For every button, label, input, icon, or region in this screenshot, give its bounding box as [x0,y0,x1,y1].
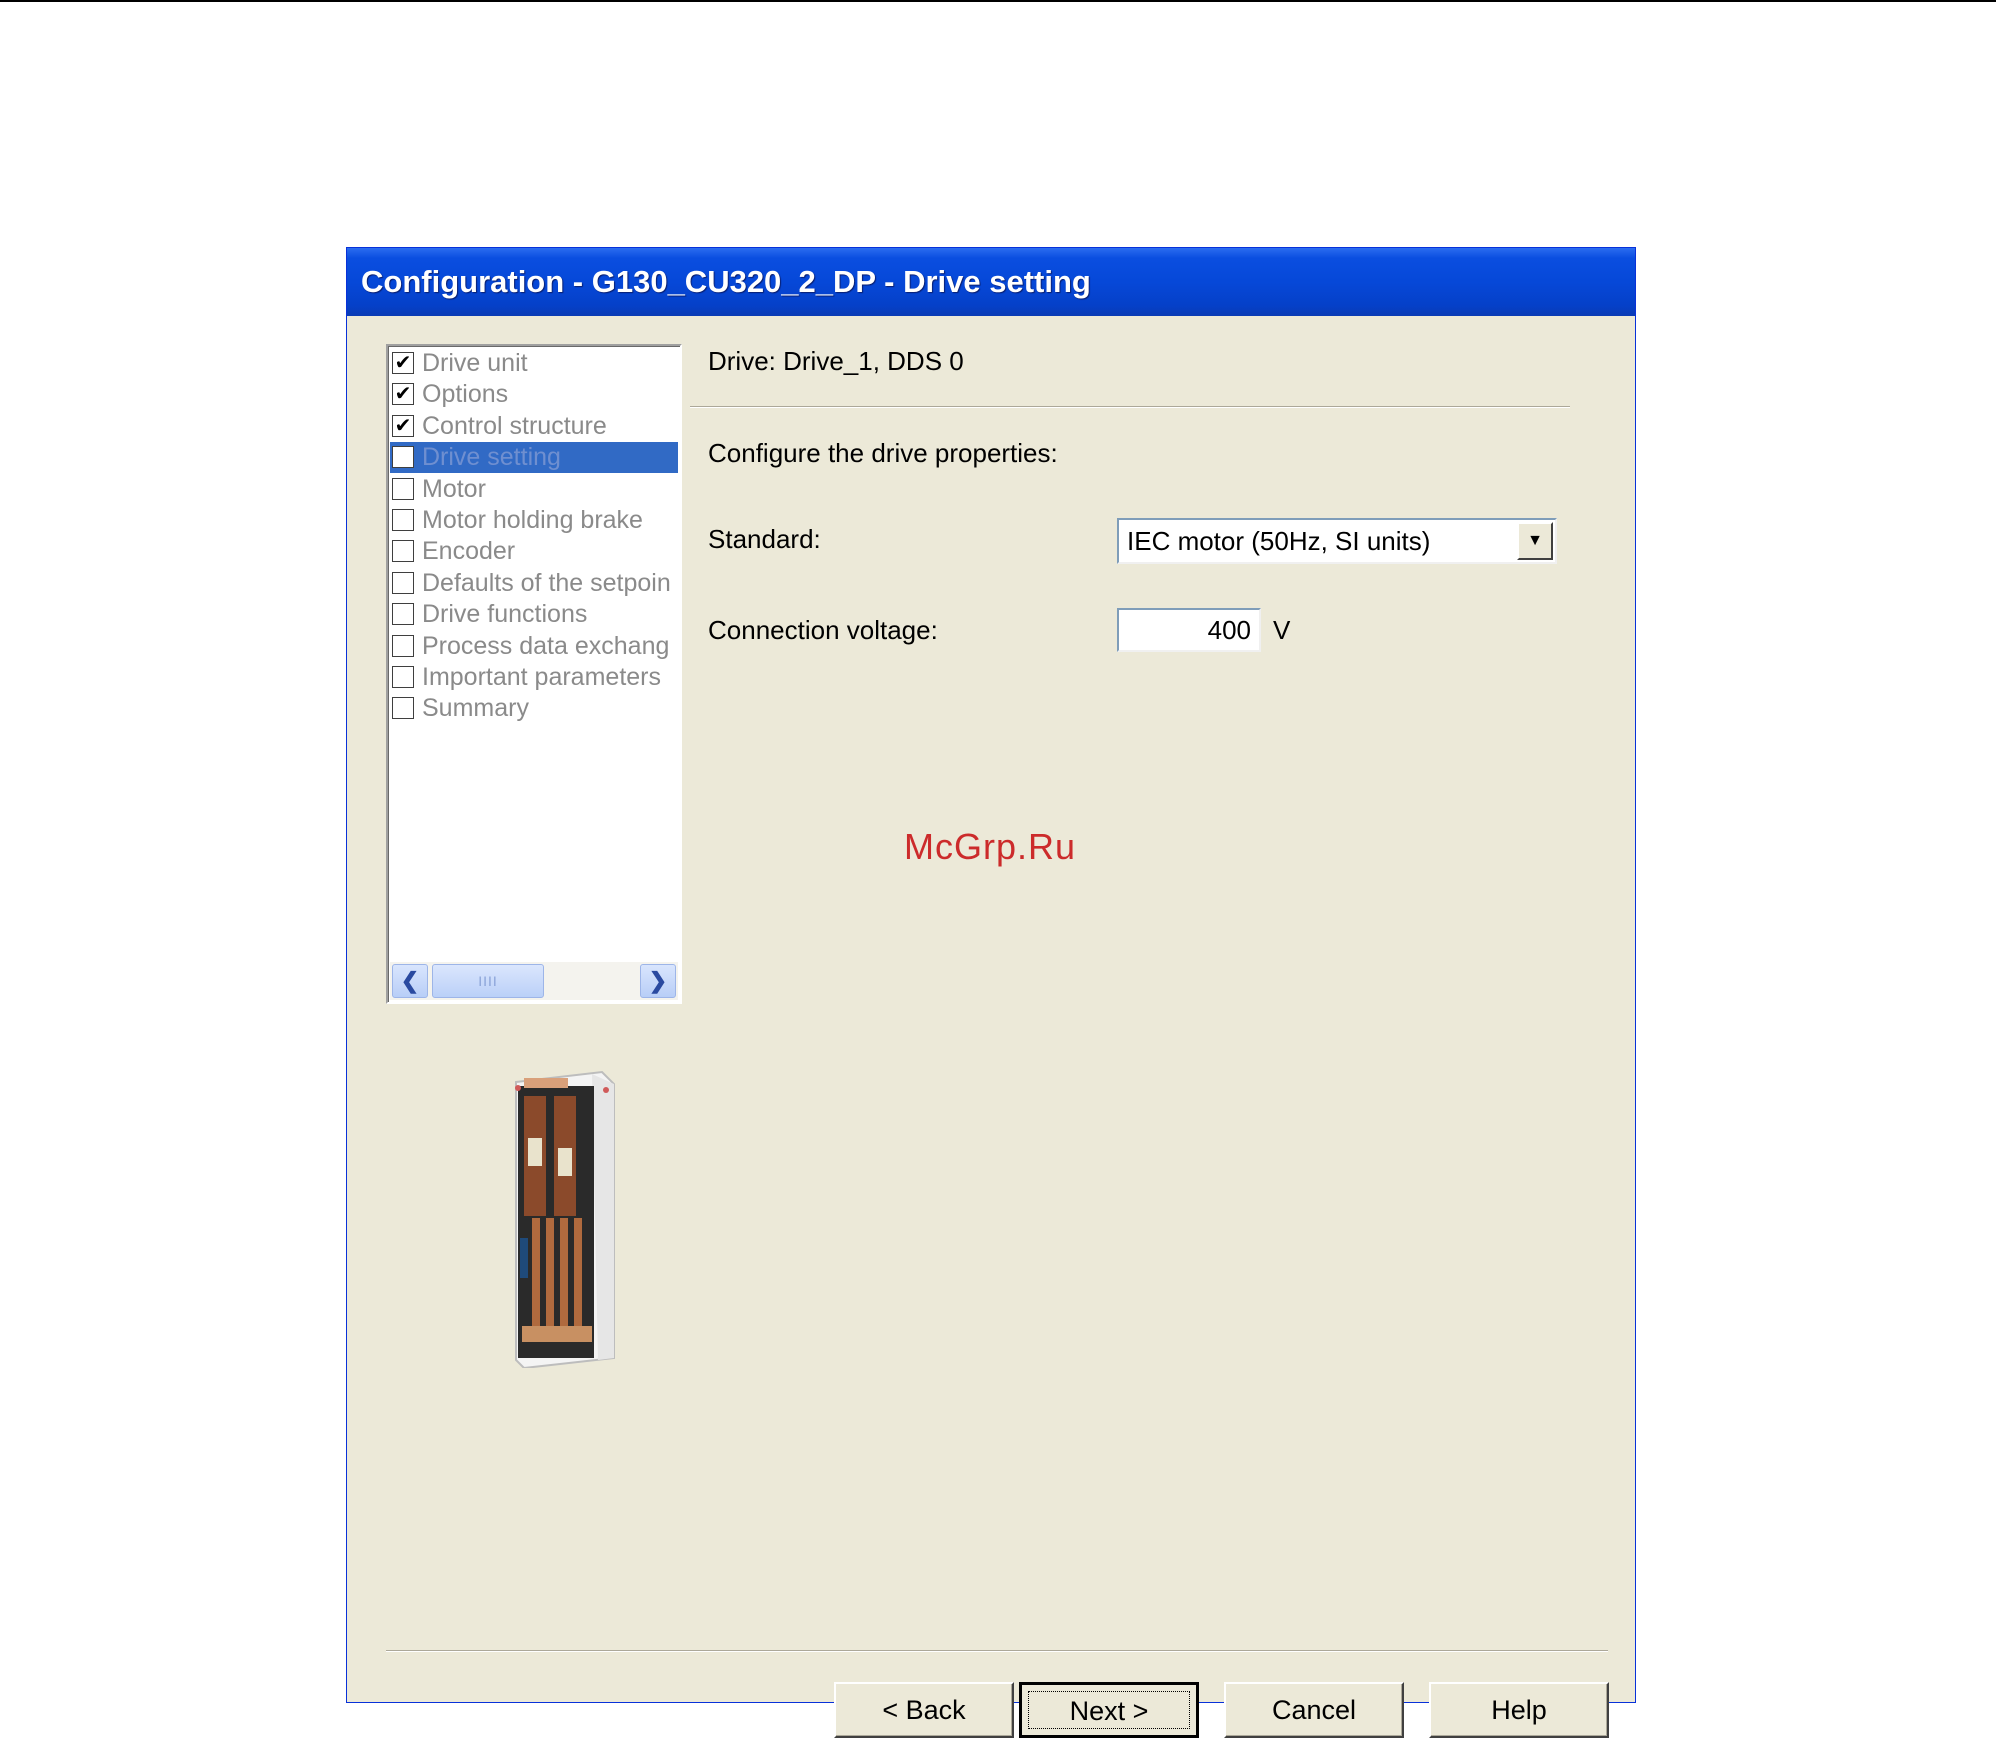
standard-label: Standard: [708,524,821,554]
checkbox-checked: ✔ [392,352,414,374]
standard-value: IEC motor (50Hz, SI units) [1127,526,1431,556]
step-item[interactable]: Summary [390,693,678,724]
step-label: Summary [422,694,529,723]
instruction-text: Configure the drive properties: [708,438,1058,468]
chevron-down-icon: ▼ [1527,532,1543,549]
checkbox-unchecked [392,571,414,594]
help-button[interactable]: Help [1429,1682,1609,1738]
drive-info: Drive: Drive_1, DDS 0 [708,346,964,376]
focus-rect [1028,1691,1190,1729]
step-item[interactable]: ✔ Control structure [390,411,678,442]
step-item[interactable]: Defaults of the setpoin [390,568,678,599]
standard-dropdown[interactable]: IEC motor (50Hz, SI units) ▼ [1117,518,1557,564]
step-item[interactable]: Drive functions [390,599,678,630]
step-item[interactable]: ✔ Drive unit [390,348,678,379]
drive-cabinet-image [515,1070,615,1368]
step-label: Encoder [422,537,516,566]
step-item[interactable]: Process data exchang [390,631,678,662]
step-label: Process data exchang [422,631,670,660]
step-label: Motor [422,474,486,503]
step-label: Drive functions [422,600,588,629]
step-item[interactable]: ✔ Options [390,379,678,410]
step-label: Drive unit [422,349,528,377]
voltage-unit: V [1273,615,1291,645]
check-icon: ✔ [394,383,412,406]
step-label: Drive setting [422,443,561,472]
chevron-left-icon: ❮ [400,968,420,993]
step-item[interactable]: Motor [390,474,678,505]
step-list[interactable]: ✔ Drive unit ✔ Options ✔ Control structure Dri… [386,344,682,1004]
step-label: Motor holding brake [422,506,643,534]
checkbox-unchecked [392,446,414,469]
checkbox-unchecked [392,634,414,657]
checkbox-unchecked [392,509,414,531]
next-button[interactable]: Next > [1019,1682,1199,1738]
checkbox-unchecked [392,603,414,626]
footer-separator [386,1650,1608,1652]
connection-voltage-input[interactable]: 400 [1117,608,1261,652]
step-item[interactable]: Drive setting [390,442,678,474]
checkbox-unchecked [392,666,414,688]
dialog-client-area: ✔ Drive unit ✔ Options ✔ Control structure Dri… [354,316,1628,1738]
check-icon: ✔ [394,414,412,437]
header-separator [690,406,1570,408]
checkbox-unchecked [392,477,414,500]
checkbox-checked: ✔ [392,383,414,406]
dropdown-button[interactable]: ▼ [1517,522,1553,560]
step-item[interactable]: Encoder [390,536,678,567]
step-label: Control structure [422,411,607,440]
watermark-text: McGrp.Ru [904,826,1077,867]
checkbox-checked: ✔ [392,414,414,437]
step-item[interactable]: Motor holding brake [390,505,678,536]
horizontal-scrollbar[interactable]: ❮ IIII ❯ [390,962,678,1000]
scroll-right-button[interactable]: ❯ [640,964,676,998]
step-label: Defaults of the setpoin [422,568,671,597]
connection-voltage-label: Connection voltage: [708,615,938,645]
checkbox-unchecked [392,540,414,563]
top-rule [0,0,1996,2]
back-button[interactable]: < Back [834,1682,1014,1738]
check-icon: ✔ [394,352,412,374]
checkbox-unchecked [392,697,414,720]
chevron-right-icon: ❯ [648,968,668,993]
step-label: Important parameters [422,663,661,691]
cancel-button[interactable]: Cancel [1224,1682,1404,1738]
step-item[interactable]: Important parameters [390,662,678,693]
scroll-thumb[interactable]: IIII [432,964,544,998]
window-title: Configuration - G130_CU320_2_DP - Drive … [347,248,1635,316]
scroll-left-button[interactable]: ❮ [392,964,428,998]
step-label: Options [422,380,509,409]
configuration-dialog: Configuration - G130_CU320_2_DP - Drive … [346,247,1636,1738]
